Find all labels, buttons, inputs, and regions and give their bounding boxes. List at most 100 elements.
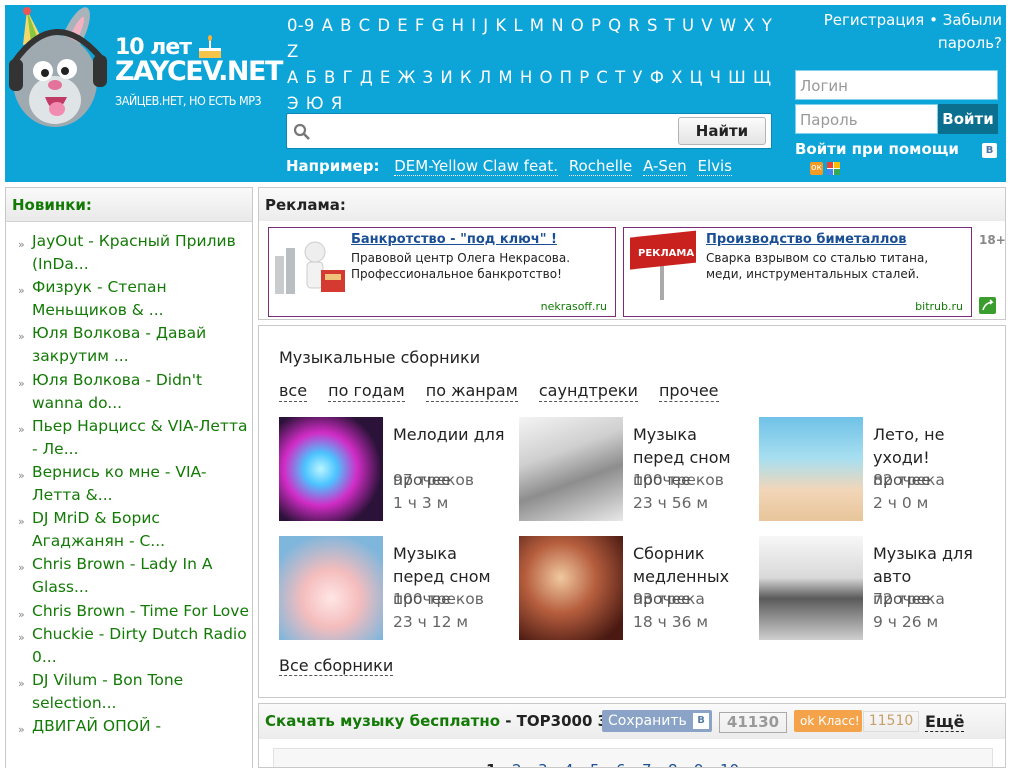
letter-link[interactable]: Q bbox=[608, 13, 621, 39]
letter-link[interactable]: Р bbox=[579, 65, 589, 91]
tab-soundtracks[interactable]: саундтреки bbox=[538, 381, 638, 402]
vk-save-button[interactable]: Сохранить В bbox=[602, 710, 712, 732]
page-link[interactable]: 1 bbox=[486, 761, 496, 767]
new-release-link[interactable]: Chris Brown - Time For Love bbox=[32, 602, 249, 620]
letter-link[interactable]: T bbox=[665, 13, 675, 39]
new-release-link[interactable]: Юля Волкова - Давай закрутим ... bbox=[32, 324, 206, 365]
letter-link[interactable]: Ч bbox=[710, 65, 722, 91]
letter-link[interactable]: Щ bbox=[753, 65, 771, 91]
collection-card[interactable]: Сборник медленных 93 трека 18 ч 36 м прочее bbox=[519, 536, 759, 646]
letter-link[interactable]: Ц bbox=[690, 65, 703, 91]
login-button[interactable]: Войти bbox=[938, 104, 998, 134]
letter-link[interactable]: З bbox=[423, 65, 434, 91]
ad-item[interactable]: РЕКЛАМА Производство биметаллов Сварка в… bbox=[623, 227, 972, 317]
example-link[interactable]: A-Sen bbox=[643, 157, 687, 176]
page-link[interactable]: 3 bbox=[538, 761, 548, 767]
letter-link[interactable]: W bbox=[720, 13, 737, 39]
letter-link[interactable]: N bbox=[551, 13, 564, 39]
ad-source[interactable]: bitrub.ru bbox=[915, 300, 963, 313]
letter-link[interactable]: Ш bbox=[728, 65, 746, 91]
register-link[interactable]: Регистрация bbox=[824, 11, 925, 29]
password-field[interactable]: Пароль bbox=[795, 104, 938, 134]
new-release-link[interactable]: DJ MriD & Борис Агаджанян - С... bbox=[32, 509, 165, 550]
letter-link[interactable]: S bbox=[647, 13, 658, 39]
new-release-item[interactable]: » DJ MriD & Борис Агаджанян - С... bbox=[14, 507, 252, 553]
letter-link[interactable]: O bbox=[571, 13, 584, 39]
new-release-item[interactable]: » Chris Brown - Time For Love bbox=[14, 600, 252, 623]
collection-cover[interactable] bbox=[279, 536, 383, 640]
odnoklassniki-icon[interactable]: ок bbox=[810, 162, 823, 175]
letter-link[interactable]: Е bbox=[380, 65, 391, 91]
collection-title[interactable]: Музыка перед сном bbox=[633, 423, 753, 469]
letter-link[interactable]: Z bbox=[287, 39, 299, 65]
page-link[interactable]: 10 bbox=[720, 761, 739, 767]
letter-link[interactable]: Д bbox=[360, 65, 373, 91]
page-link[interactable]: 4 bbox=[564, 761, 574, 767]
collection-title[interactable]: Музыка перед сном bbox=[393, 542, 513, 588]
all-collections-link[interactable]: Все сборники bbox=[279, 656, 394, 676]
letter-link[interactable]: F bbox=[415, 13, 425, 39]
ad-item[interactable]: Банкротство - "под ключ" ! Правовой цент… bbox=[268, 227, 616, 317]
new-release-item[interactable]: » JayOut - Красный Прилив (InDa... bbox=[14, 230, 252, 276]
letter-link[interactable]: B bbox=[340, 13, 352, 39]
letter-link[interactable]: Т bbox=[615, 65, 625, 91]
new-release-item[interactable]: » Физрук - Степан Меньщиков & ... bbox=[14, 276, 252, 322]
collection-title[interactable]: Сборник медленных bbox=[633, 542, 753, 588]
ad-link[interactable]: Производство биметаллов bbox=[706, 232, 907, 247]
letter-link[interactable]: H bbox=[452, 13, 465, 39]
google-icon[interactable] bbox=[827, 162, 840, 175]
letter-link[interactable]: Б bbox=[306, 65, 318, 91]
letter-link[interactable]: R bbox=[628, 13, 640, 39]
example-link[interactable]: DEM-Yellow Claw feat. bbox=[394, 157, 559, 176]
page-link[interactable]: 5 bbox=[590, 761, 600, 767]
collection-title[interactable]: Лето, не уходи! bbox=[873, 423, 993, 469]
letter-link[interactable]: Ф bbox=[650, 65, 664, 91]
ok-class-button[interactable]: ok Класс! bbox=[794, 710, 862, 732]
tab-other[interactable]: прочее bbox=[658, 381, 719, 402]
collection-card[interactable]: Лето, не уходи! 82 трека 2 ч 0 м прочее bbox=[759, 417, 999, 527]
letter-link[interactable]: X bbox=[743, 13, 755, 39]
letter-link[interactable]: G bbox=[432, 13, 445, 39]
example-link[interactable]: Elvis bbox=[697, 157, 732, 176]
search-button[interactable]: Найти bbox=[678, 117, 766, 145]
collection-cover[interactable] bbox=[519, 417, 623, 521]
collection-cover[interactable] bbox=[759, 536, 863, 640]
letter-link[interactable]: C bbox=[359, 13, 371, 39]
new-release-item[interactable]: » Юля Волкова - Didn't wanna do... bbox=[14, 369, 252, 415]
new-release-link[interactable]: JayOut - Красный Прилив (InDa... bbox=[32, 232, 236, 273]
ad-source[interactable]: nekrasoff.ru bbox=[541, 300, 607, 313]
collection-cover[interactable] bbox=[519, 536, 623, 640]
collection-cover[interactable] bbox=[279, 417, 383, 521]
page-link[interactable]: 7 bbox=[642, 761, 652, 767]
new-release-item[interactable]: » Вернись ко мне - VIA-Летта &... bbox=[14, 461, 252, 507]
letter-link[interactable]: С bbox=[596, 65, 608, 91]
login-field[interactable]: Логин bbox=[795, 70, 998, 100]
page-link[interactable]: 2 bbox=[512, 761, 522, 767]
letter-link[interactable]: У bbox=[632, 65, 642, 91]
collection-card[interactable]: Мелодии для 97 треков 1 ч 3 м прочее bbox=[279, 417, 519, 527]
new-release-item[interactable]: » ДВИГАЙ ОПОЙ - bbox=[14, 715, 252, 738]
letter-link[interactable]: I bbox=[471, 13, 476, 39]
new-release-link[interactable]: Chuckie - Dirty Dutch Radio 0... bbox=[32, 625, 247, 666]
new-release-link[interactable]: Пьер Нарцисс & VIA-Летта - Ле... bbox=[32, 417, 247, 458]
example-link[interactable]: Rochelle bbox=[568, 157, 633, 176]
new-release-link[interactable]: Chris Brown - Lady In A Glass... bbox=[32, 555, 212, 596]
vk-icon[interactable]: В bbox=[982, 143, 997, 158]
top3000-title-link[interactable]: Скачать музыку бесплатно bbox=[265, 712, 500, 730]
page-link[interactable]: 6 bbox=[616, 761, 626, 767]
letter-link[interactable]: И bbox=[440, 65, 453, 91]
collection-card[interactable]: Музыка перед сном 100 треков 23 ч 56 м проч… bbox=[519, 417, 759, 527]
page-link[interactable]: 8 bbox=[668, 761, 678, 767]
letter-link[interactable]: P bbox=[591, 13, 601, 39]
tab-by-year[interactable]: по годам bbox=[328, 381, 405, 402]
new-release-item[interactable]: » Chuckie - Dirty Dutch Radio 0... bbox=[14, 623, 252, 669]
letter-link[interactable]: K bbox=[495, 13, 506, 39]
letter-link[interactable]: О bbox=[539, 65, 552, 91]
letter-link[interactable]: Н bbox=[520, 65, 533, 91]
letter-link[interactable]: Y bbox=[762, 13, 772, 39]
page-link[interactable]: 9 bbox=[694, 761, 704, 767]
new-release-item[interactable]: » Юля Волкова - Давай закрутим ... bbox=[14, 322, 252, 368]
new-release-item[interactable]: » Пьер Нарцисс & VIA-Летта - Ле... bbox=[14, 415, 252, 461]
collection-card[interactable]: Музыка для авто 72 трека 9 ч 26 м прочее bbox=[759, 536, 999, 646]
site-logo[interactable]: 10 лет ZAYCEV.NET ЗАЙЦЕВ.НЕТ, НО ЕСТЬ MP… bbox=[5, 5, 283, 130]
